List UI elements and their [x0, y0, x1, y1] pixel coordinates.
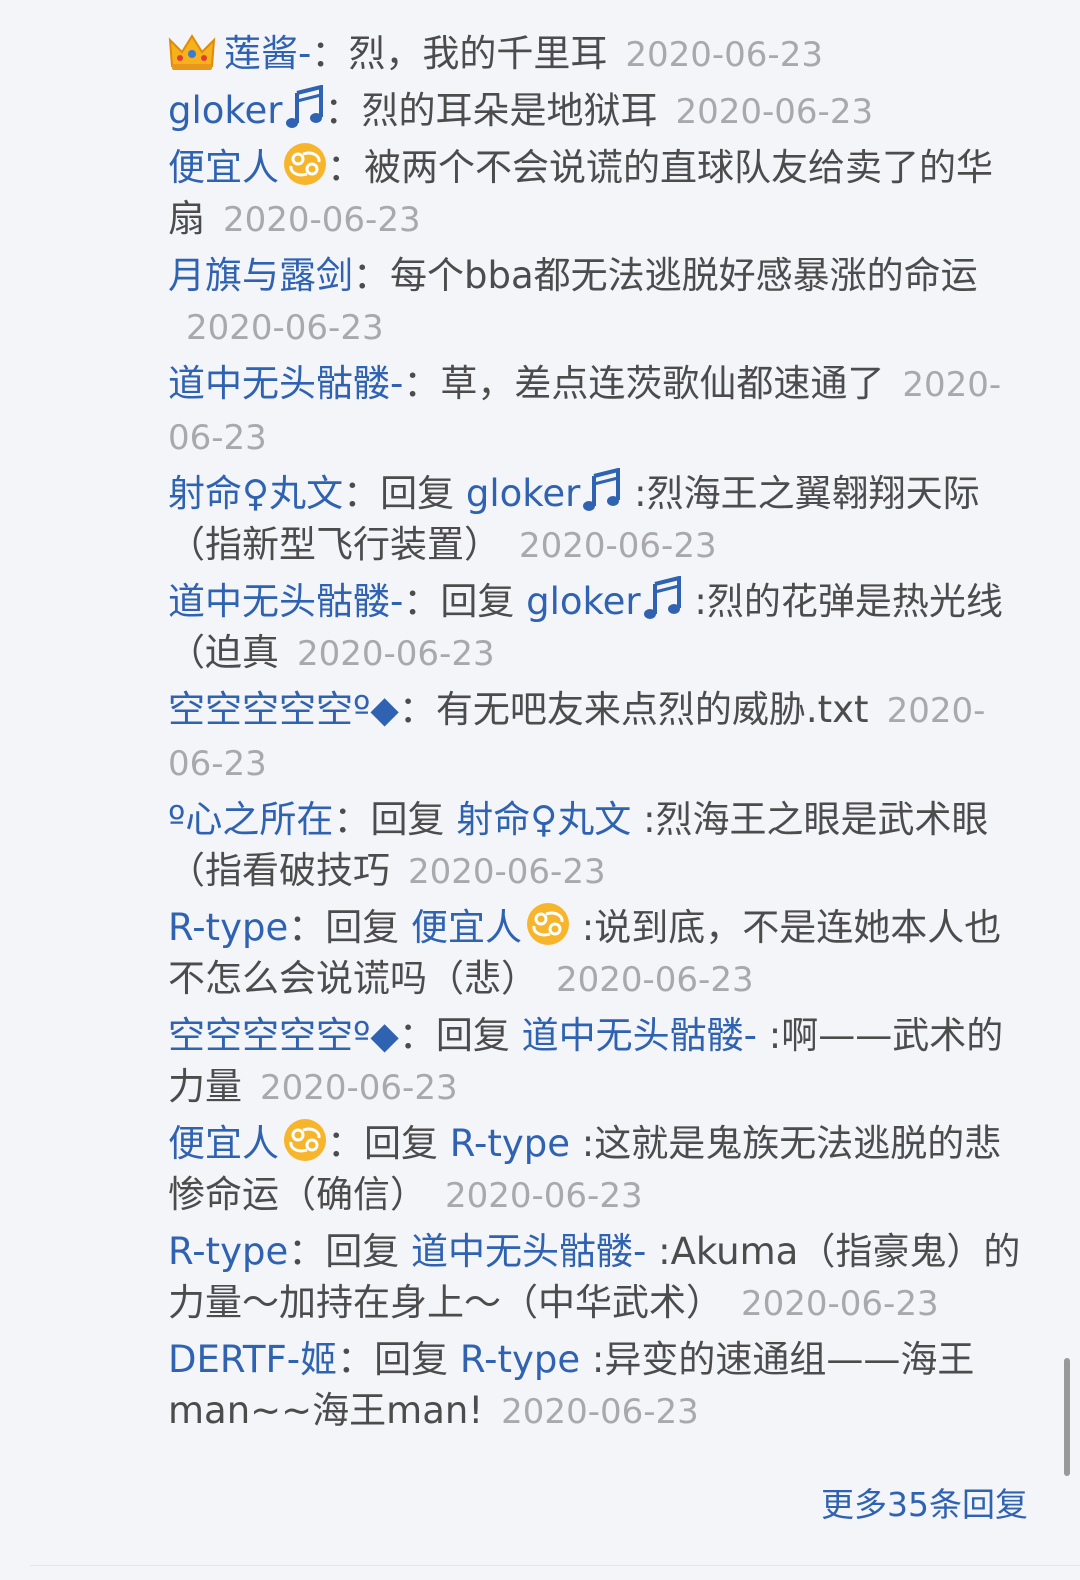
- reply-item: 便宜人 ：回复 R-type :这就是鬼族无法逃脱的悲惨命运（确信） 2020-06…: [168, 1118, 1028, 1222]
- reply-prefix: 回复: [364, 1122, 438, 1165]
- reply-username[interactable]: 空空空空空º◆: [168, 1014, 399, 1057]
- reply-prefix: 回复: [380, 472, 455, 515]
- reply-prefix: 回复: [325, 1230, 400, 1273]
- reply-username[interactable]: DERTF-姬: [168, 1338, 337, 1381]
- reply-item: 空空空空空º◆：回复 道中无头骷髅- :啊——武术的力量 2020-06-23: [168, 1010, 1028, 1114]
- reply-prefix: 回复: [374, 1338, 449, 1381]
- reply-date: 2020-06-23: [297, 634, 495, 674]
- reply-item: 便宜人 ：被两个不会说谎的直球队友给卖了的华扇 2020-06-23: [168, 142, 1028, 246]
- reply-date: 2020-06-23: [445, 1176, 643, 1216]
- cancer-zodiac-icon: [526, 902, 570, 946]
- colon-separator: ：: [403, 580, 441, 623]
- music-note-icon: [643, 575, 683, 620]
- colon-separator: ：: [327, 1122, 364, 1165]
- colon-separator: ：: [337, 1338, 375, 1381]
- reply-item: º心之所在：回复 射命♀丸文 :烈海王之眼是武术眼（指看破技巧 2020-06-2…: [168, 794, 1028, 898]
- colon-separator: ：: [398, 688, 436, 731]
- reply-item: R-type：回复 便宜人 :说到底，不是连她本人也不怎么会说谎吗（悲） 2020…: [168, 902, 1028, 1006]
- music-note-icon: [285, 84, 325, 129]
- colon-separator: ：: [333, 798, 371, 841]
- reply-item: 道中无头骷髅-：草，差点连茨歌仙都速通了 2020-06-23: [168, 358, 1028, 464]
- reply-date: 2020-06-23: [556, 960, 754, 1000]
- reply-item: 莲酱-：烈，我的千里耳 2020-06-23: [168, 28, 1028, 81]
- colon-separator: ：: [311, 32, 349, 75]
- colon-separator: ：: [324, 89, 362, 132]
- reply-username[interactable]: gloker: [168, 89, 283, 132]
- reply-target-username[interactable]: R-type: [460, 1338, 580, 1381]
- reply-date: 2020-06-23: [186, 308, 384, 348]
- reply-item: 月旗与露剑：每个bba都无法逃脱好感暴涨的命运2020-06-23: [168, 250, 1028, 354]
- music-note-icon: [582, 467, 622, 512]
- colon-separator: ：: [353, 254, 390, 297]
- reply-username[interactable]: 莲酱-: [224, 32, 311, 75]
- reply-item: 道中无头骷髅-：回复 gloker :烈的花弹是热光线（迫真 2020-06-23: [168, 575, 1028, 680]
- colon-separator: ：: [288, 906, 326, 949]
- reply-username[interactable]: 便宜人: [168, 1122, 279, 1165]
- reply-item: 射命♀丸文：回复 gloker :烈海王之翼翱翔天际（指新型飞行装置） 2020-…: [168, 467, 1028, 572]
- reply-date: 2020-06-23: [675, 92, 874, 132]
- colon-separator: ：: [403, 362, 441, 405]
- reply-username[interactable]: R-type: [168, 1230, 288, 1273]
- reply-target-username[interactable]: 便宜人: [411, 906, 522, 949]
- reply-target-username[interactable]: 道中无头骷髅-: [411, 1230, 646, 1273]
- reply-prefix: 回复: [435, 1014, 510, 1057]
- cancer-zodiac-icon: [283, 142, 327, 186]
- reply-content: 有无吧友来点烈的威胁.txt: [435, 688, 869, 731]
- reply-item: DERTF-姬：回复 R-type :异变的速通组——海王man~~海王man!…: [168, 1334, 1028, 1438]
- reply-date: 2020-06-23: [519, 526, 717, 566]
- reply-username[interactable]: R-type: [168, 906, 288, 949]
- crown-icon: [168, 32, 216, 72]
- reply-date: 2020-06-23: [741, 1284, 939, 1324]
- reply-date: 2020-06-23: [223, 200, 421, 240]
- reply-content: 烈，我的千里耳: [348, 32, 608, 75]
- reply-date: 2020-06-23: [501, 1392, 699, 1432]
- reply-username[interactable]: º心之所在: [168, 798, 333, 841]
- reply-prefix: 回复: [370, 798, 445, 841]
- reply-username[interactable]: 月旗与露剑: [168, 254, 353, 297]
- scrollbar[interactable]: [1064, 1358, 1070, 1476]
- reply-date: 2020-06-23: [625, 35, 823, 75]
- colon-separator: ：: [398, 1014, 436, 1057]
- reply-content: 每个bba都无法逃脱好感暴涨的命运: [390, 254, 978, 297]
- reply-username[interactable]: 便宜人: [168, 146, 279, 189]
- reply-target-username[interactable]: gloker: [466, 472, 581, 515]
- reply-date: 2020-06-23: [408, 852, 606, 892]
- reply-target-username[interactable]: 道中无头骷髅-: [522, 1014, 757, 1057]
- reply-username[interactable]: 空空空空空º◆: [168, 688, 399, 731]
- reply-content: 草，差点连茨歌仙都速通了: [440, 362, 885, 405]
- colon-separator: ：: [288, 1230, 326, 1273]
- reply-prefix: 回复: [325, 906, 400, 949]
- reply-username[interactable]: 射命♀丸文: [168, 472, 343, 515]
- colon-separator: ：: [343, 472, 381, 515]
- reply-target-username[interactable]: gloker: [526, 580, 641, 623]
- cancer-zodiac-icon: [283, 1118, 327, 1162]
- divider: [30, 1565, 1080, 1566]
- reply-username[interactable]: 道中无头骷髅-: [168, 580, 403, 623]
- colon-separator: ：: [327, 146, 364, 189]
- more-replies-link[interactable]: 更多35条回复: [821, 1478, 1028, 1526]
- reply-item: R-type：回复 道中无头骷髅- :Akuma（指豪鬼）的力量～加持在身上～（…: [168, 1226, 1028, 1330]
- reply-prefix: 回复: [440, 580, 515, 623]
- reply-date: 2020-06-23: [260, 1068, 458, 1108]
- reply-target-username[interactable]: R-type: [450, 1122, 570, 1165]
- reply-target-username[interactable]: 射命♀丸文: [456, 798, 631, 841]
- reply-item: 空空空空空º◆：有无吧友来点烈的威胁.txt 2020-06-23: [168, 684, 1028, 790]
- reply-list: 莲酱-：烈，我的千里耳 2020-06-23 gloker ：烈的耳朵是地狱耳 2020…: [168, 28, 1028, 1442]
- reply-content: 烈的耳朵是地狱耳: [361, 89, 658, 132]
- reply-username[interactable]: 道中无头骷髅-: [168, 362, 403, 405]
- reply-item: gloker ：烈的耳朵是地狱耳 2020-06-23: [168, 84, 1028, 138]
